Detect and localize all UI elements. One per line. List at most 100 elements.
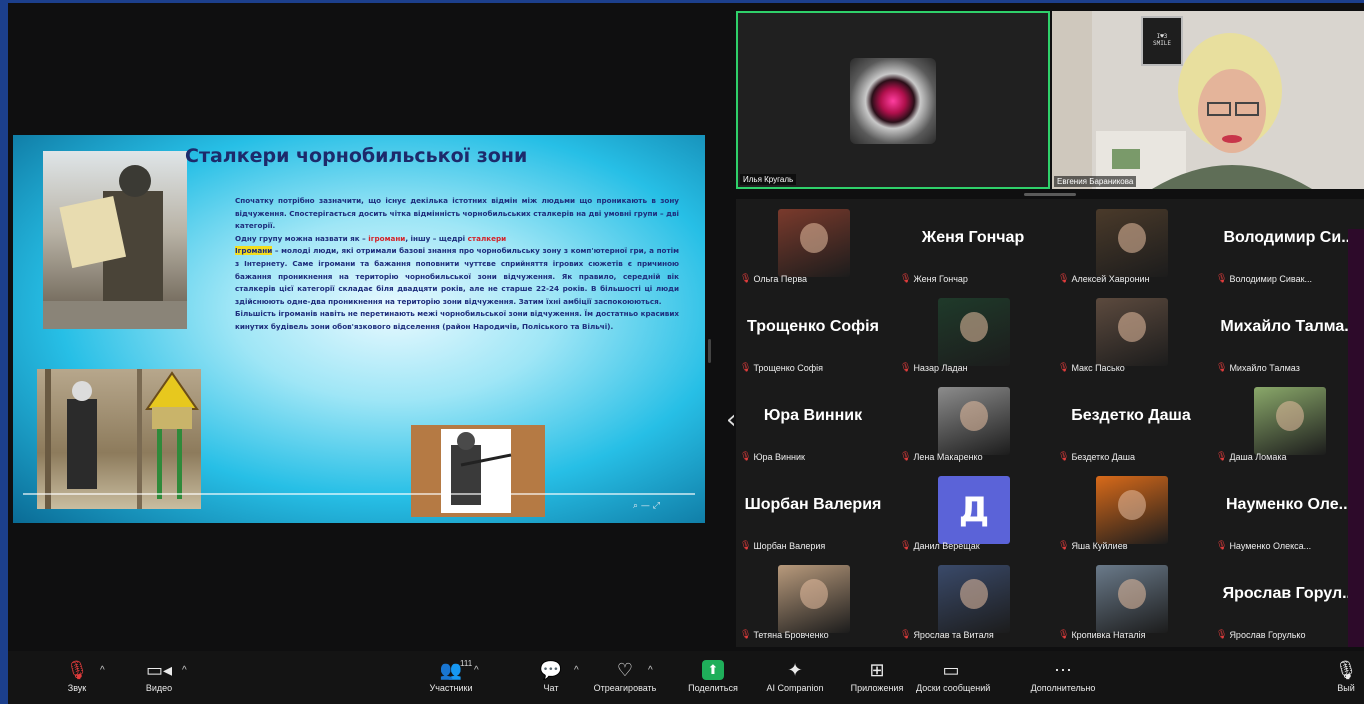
participant-video: [1096, 298, 1168, 366]
react-label: Отреагировать: [593, 683, 657, 693]
participant-silhouette: [960, 579, 988, 609]
participant-tile[interactable]: 🎙 Назар Ладан: [896, 288, 1056, 374]
participant-tile[interactable]: Михайло Талма... 🎙 Михайло Талмаз: [1212, 288, 1364, 374]
participant-label: 🎙 Шорбан Валерия: [740, 540, 825, 551]
participant-tile[interactable]: 🎙 Ярослав та Виталя: [896, 555, 1056, 641]
window-stalker-illustration: [411, 425, 545, 517]
gallery-prev-arrow[interactable]: ‹: [726, 405, 736, 435]
ai-icon: ✦: [787, 660, 803, 680]
participant-tile[interactable]: Науменко Оле... 🎙 Науменко Олекса...: [1212, 466, 1364, 552]
apps-button[interactable]: ⊞ Приложения: [842, 651, 912, 704]
leave-label: Вый: [1337, 683, 1355, 693]
video-label: Видео: [145, 683, 173, 693]
slide-para2: Більшість ігроманів навіть не перетинают…: [235, 309, 679, 331]
chevron-up-icon[interactable]: ^: [574, 665, 579, 676]
ai-label: AI Companion: [766, 683, 824, 693]
react-button[interactable]: ♡ Отреагировать ^: [590, 651, 660, 704]
participant-name: Бездетко Даша: [1071, 451, 1136, 462]
shared-screen: Сталкери чорнобильської зони Спочатку по…: [13, 135, 705, 523]
participant-tile[interactable]: 🎙 Яша Куйлиев: [1054, 466, 1214, 552]
participant-name: Яша Куйлиев: [1071, 540, 1128, 551]
participant-tile[interactable]: 🎙 Тетяна Бровченко: [736, 555, 896, 641]
participant-label: 🎙 Ярослав та Виталя: [900, 629, 994, 640]
participant-silhouette: [1118, 490, 1146, 520]
boards-button[interactable]: ▭ Доски сообщений: [916, 651, 990, 704]
muted-mic-icon: 🎙: [900, 273, 912, 283]
slide-groups-line: Одну групу можна назвати як – ігромани, …: [235, 233, 679, 246]
muted-mic-icon: 🎙: [1216, 362, 1228, 372]
groups-text-b: , іншу – щедрі: [405, 233, 466, 243]
muted-mic-icon: 🎙: [900, 362, 912, 372]
sound-button[interactable]: 🎙 Звук ^: [42, 651, 112, 704]
muted-mic-icon: 🎙: [1216, 451, 1228, 461]
speaker-name-evgeniya: Евгения Бараникова: [1054, 176, 1137, 187]
chevron-up-icon[interactable]: ^: [100, 665, 105, 676]
groups-text-a: Одну групу можна назвати як –: [235, 233, 366, 243]
participant-name: Ярослав Горулько: [1229, 629, 1306, 640]
ai-button[interactable]: ✦ AI Companion: [760, 651, 830, 704]
participant-display-name: Науменко Оле...: [1226, 496, 1352, 513]
participant-video: [938, 298, 1010, 366]
participant-name: Тетяна Бровченко: [753, 629, 829, 640]
slide-intro: Спочатку потрібно зазначити, що існує де…: [235, 196, 679, 231]
groups-gamers: ігромани: [368, 233, 406, 243]
participant-name: Лена Макаренко: [913, 451, 983, 462]
participant-name: Ольга Перва: [753, 273, 808, 284]
chevron-up-icon[interactable]: ^: [182, 665, 187, 676]
participant-tile[interactable]: Шорбан Валерия 🎙 Шорбан Валерия: [736, 466, 896, 552]
participant-tile[interactable]: 🎙 Макс Пасько: [1054, 288, 1214, 374]
participant-display-name: Ярослав Горул...: [1222, 585, 1356, 602]
participant-name: Назар Ладан: [913, 362, 968, 373]
slide-progress-bar[interactable]: [23, 493, 695, 495]
slide-title: Сталкери чорнобильської зони: [185, 145, 528, 167]
participant-display-name: Трощенко Софія: [747, 318, 879, 335]
participant-tile[interactable]: Трощенко Софія 🎙 Трощенко Софія: [736, 288, 896, 374]
share-icon: ⬆: [702, 660, 724, 680]
participant-tile[interactable]: Бездетко Даша 🎙 Бездетко Даша: [1054, 377, 1214, 463]
video-button[interactable]: ▭◂ Видео ^: [124, 651, 194, 704]
participant-tile[interactable]: 🎙 Лена Макаренко: [896, 377, 1056, 463]
apps-label: Приложения: [850, 683, 904, 693]
chat-button[interactable]: 💬 Чат ^: [516, 651, 586, 704]
participant-tile[interactable]: 🎙 Даша Ломака: [1212, 377, 1364, 463]
board-text: I♥3 SMILE: [1152, 33, 1172, 47]
participant-tile[interactable]: Володимир Си... 🎙 Володимир Сивак...: [1212, 199, 1364, 285]
splitter-handle[interactable]: [708, 339, 711, 363]
gallery-splitter[interactable]: [1024, 193, 1076, 196]
muted-mic-icon: 🎙: [1058, 451, 1070, 461]
speaker-tile-evgeniya[interactable]: I♥3 SMILE Евгения Бараникова: [1052, 11, 1364, 189]
participant-tile[interactable]: 🎙 Ольга Перва: [736, 199, 896, 285]
participant-label: 🎙 Даша Ломака: [1216, 451, 1287, 462]
participant-video: [1096, 476, 1168, 544]
muted-mic-icon: 🎙: [900, 540, 912, 550]
participant-tile[interactable]: 🎙 Алексей Хавронин: [1054, 199, 1214, 285]
share-button[interactable]: ⬆ Поделиться: [678, 651, 748, 704]
muted-mic-icon: 🎙: [1216, 629, 1228, 639]
participant-video: [1254, 387, 1326, 455]
participant-tile[interactable]: Д 🎙 Данил Верещак: [896, 466, 1056, 552]
participant-tile[interactable]: Юра Винник 🎙 Юра Винник: [736, 377, 896, 463]
participant-name: Юра Винник: [753, 451, 805, 462]
participant-name: Даша Ломака: [1229, 451, 1287, 462]
participant-tile[interactable]: 🎙 Кропивка Наталія: [1054, 555, 1214, 641]
slide-photo-reader: [43, 151, 187, 329]
participant-label: 🎙 Тетяна Бровченко: [740, 629, 829, 640]
slide-body: Спочатку потрібно зазначити, що існує де…: [235, 195, 679, 334]
participant-tile[interactable]: Женя Гончар 🎙 Женя Гончар: [896, 199, 1056, 285]
chevron-up-icon[interactable]: ^: [648, 665, 653, 676]
more-button[interactable]: ⋯ Дополнительно: [1028, 651, 1098, 704]
chevron-up-icon[interactable]: ^: [474, 665, 479, 676]
participant-label: 🎙 Науменко Олекса...: [1216, 540, 1311, 551]
participant-name: Алексей Хавронин: [1071, 273, 1150, 284]
participant-label: 🎙 Юра Винник: [740, 451, 805, 462]
participant-label: 🎙 Макс Пасько: [1058, 362, 1125, 373]
participant-label: 🎙 Володимир Сивак...: [1216, 273, 1312, 284]
chat-label: Чат: [543, 683, 559, 693]
speaker-tile-ilya[interactable]: Илья Кругаль: [736, 11, 1050, 189]
participant-tile[interactable]: Ярослав Горул... 🎙 Ярослав Горулько: [1212, 555, 1364, 641]
participant-silhouette: [1118, 223, 1146, 253]
participants-button[interactable]: 👥 111 Участники ^: [416, 651, 486, 704]
meeting-toolbar: 🎙 Звук ^ ▭◂ Видео ^ 👥 111 Участники ^ 💬 Чат ^ ♡ Отреаг…: [8, 651, 1364, 704]
leave-button[interactable]: 🎙 Вый: [1326, 651, 1364, 704]
slide-controls[interactable]: ⌕ — ⤢: [633, 501, 660, 511]
